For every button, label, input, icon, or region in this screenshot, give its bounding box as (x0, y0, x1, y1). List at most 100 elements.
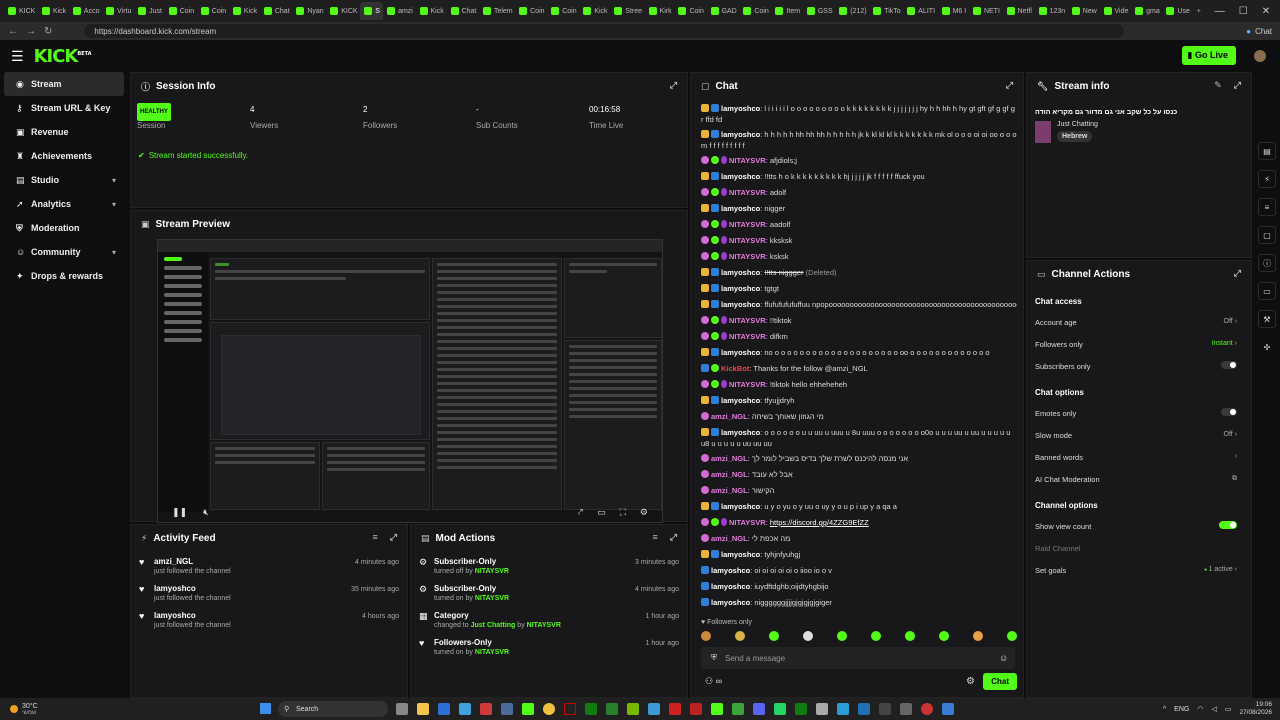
edit-icon[interactable]: ✎ (1214, 80, 1222, 91)
chat-username[interactable]: KickBot (721, 364, 749, 373)
app-icon[interactable] (690, 703, 702, 715)
emote[interactable] (701, 631, 711, 641)
theater-icon[interactable]: ▭ (597, 507, 606, 518)
chat-message[interactable]: NITAYSVR: ksksk (701, 249, 1017, 265)
chat-message[interactable]: lamyoshco: iuydftdghb;oijdtyhgbijo (701, 579, 1017, 595)
setting-subscribers-only[interactable]: Subscribers only (1035, 361, 1237, 371)
browser-tab[interactable]: Kick (38, 2, 69, 20)
clock[interactable]: 19:06 27/08/2026 (1239, 701, 1272, 717)
browser-tab[interactable]: Just (134, 2, 165, 20)
taskbar-search[interactable]: ⚲ Search (278, 701, 388, 717)
chat-message[interactable]: NITAYSVR: !tiktok hello ehheheheh (701, 377, 1017, 393)
maximize-icon[interactable]: ☐ (1239, 6, 1248, 17)
tv-icon[interactable]: ▭ (1258, 282, 1276, 300)
chat-message[interactable]: NITAYSVR: aadolf (701, 217, 1017, 233)
setting-raid-channel[interactable]: Raid Channel (1035, 544, 1237, 553)
browser-tab[interactable]: Coin (515, 2, 547, 20)
mod-action-item[interactable]: ▦ Category changed to Just Chatting by NIT… (419, 611, 561, 629)
emote[interactable] (973, 631, 983, 641)
chat-username[interactable]: NITAYSVR (729, 156, 766, 165)
browser-tab[interactable]: S (360, 2, 384, 20)
stream-preview-video[interactable]: ❚❚ 🔇︎ ⤤ ▭ ⛶ ⚙ (157, 239, 663, 523)
browser-tab[interactable]: Coin (739, 2, 771, 20)
app-icon[interactable] (795, 703, 807, 715)
app-icon[interactable] (942, 703, 954, 715)
edge-icon[interactable] (459, 703, 471, 715)
extension-icon[interactable]: ✣ (1258, 338, 1276, 356)
wifi-icon[interactable]: ◠ (1197, 705, 1203, 713)
avatar[interactable] (1254, 50, 1266, 62)
chat-message[interactable]: amzi_NGL: מה אכפת לי (701, 531, 1017, 547)
emote[interactable] (735, 631, 745, 641)
close-icon[interactable]: ✕ (1262, 6, 1270, 17)
app-icon[interactable] (879, 703, 891, 715)
sidebar-item-community[interactable]: ☺ Community ▾ (4, 240, 124, 264)
mod-action-item[interactable]: ⚙ Subscriber-Only turned on by NITAYSVR (419, 584, 509, 602)
chat-username[interactable]: NITAYSVR (729, 316, 766, 325)
browser-tab[interactable]: Telem (479, 2, 515, 20)
browser-tab[interactable]: M6 I (938, 2, 969, 20)
chat-message[interactable]: lamyoshco: !!tts niggger (Deleted) (701, 265, 1017, 281)
chat-username[interactable]: lamyoshco (721, 502, 760, 511)
setting-set-goals[interactable]: Set goals ● 1 active › (1035, 566, 1237, 575)
mute-icon[interactable]: 🔇︎ (203, 507, 209, 518)
chat-username[interactable]: lamyoshco (711, 598, 750, 607)
browser-tab[interactable]: New (1068, 2, 1100, 20)
chat-message[interactable]: amzi_NGL: אני מנסה להיכנס לשרת שלך בדיס … (701, 451, 1017, 467)
gear-icon[interactable]: ⚙ (966, 676, 975, 687)
nvidia-icon[interactable] (627, 703, 639, 715)
weather-widget[interactable]: 30°C שמשי (10, 703, 38, 716)
filter-icon[interactable]: ≡ (653, 532, 658, 543)
popout-icon[interactable]: ⤤ (578, 507, 583, 518)
chrome-icon[interactable] (543, 703, 555, 715)
fullscreen-icon[interactable]: ⛶ (620, 507, 626, 518)
chat-messages[interactable]: lamyoshco: l i i i i i l o o o o o o o o… (701, 101, 1017, 611)
browser-tab[interactable]: KICK (4, 2, 38, 20)
settings-app-icon[interactable] (816, 703, 828, 715)
expand-icon[interactable]: ⤢ (390, 532, 397, 543)
setting-emotes-only[interactable]: Emotes only (1035, 408, 1237, 418)
chat-message[interactable]: lamyoshco: niggggggjjjjgjgjgjgjgiger (701, 595, 1017, 611)
browser-tab[interactable]: gma (1131, 2, 1162, 20)
chat-username[interactable]: NITAYSVR (729, 252, 766, 261)
browser-tab[interactable]: TikTo (869, 2, 903, 20)
chat-username[interactable]: NITAYSVR (729, 518, 766, 527)
app-icon[interactable] (858, 703, 870, 715)
emote[interactable] (905, 631, 915, 641)
chat-message[interactable]: amzi_NGL: אבל לא עובד (701, 467, 1017, 483)
url-input[interactable]: https://dashboard.kick.com/stream (84, 24, 1125, 38)
steam-icon[interactable] (501, 703, 513, 715)
toggle-switch[interactable] (1219, 521, 1237, 529)
browser-tab[interactable]: Coin (674, 2, 706, 20)
task-view-icon[interactable] (396, 703, 408, 715)
chat-username[interactable]: amzi_NGL (711, 454, 748, 463)
browser-tab[interactable]: Netfl (1003, 2, 1035, 20)
reload-icon[interactable]: ↻ (44, 26, 52, 37)
chat-username[interactable]: lamyoshco (721, 396, 760, 405)
chat-username[interactable]: NITAYSVR (729, 236, 766, 245)
dashboard-icon[interactable]: ▤ (1258, 142, 1276, 160)
toggle-switch[interactable] (1221, 361, 1237, 369)
chat-message[interactable]: NITAYSVR: afjdiols;j (701, 153, 1017, 169)
chat-username[interactable]: lamyoshco (721, 550, 760, 559)
browser-tab[interactable]: Coin (547, 2, 579, 20)
emote[interactable] (803, 631, 813, 641)
sidebar-item-stream-url-key[interactable]: ⚷ Stream URL & Key (4, 96, 124, 120)
list-icon[interactable]: ≡ (1258, 198, 1276, 216)
app-icon[interactable] (732, 703, 744, 715)
browser-tab[interactable]: Use (1162, 2, 1192, 20)
activity-item[interactable]: ♥ lamyoshco just followed the channel (139, 584, 231, 602)
chat-message[interactable]: lamyoshco: tyhjnfyuhgj (701, 547, 1017, 563)
browser-tab[interactable]: Chat (447, 2, 479, 20)
browser-tab[interactable]: Nyan (292, 2, 326, 20)
sidebar-item-revenue[interactable]: ▣ Revenue (4, 120, 124, 144)
go-live-button[interactable]: ▮ Go Live (1181, 46, 1236, 65)
wrench-icon[interactable]: ⚒ (1258, 310, 1276, 328)
browser-tab[interactable]: Acco (69, 2, 102, 20)
chat-username[interactable]: lamyoshco (721, 204, 760, 213)
gear-icon[interactable]: ⚙ (640, 507, 648, 518)
browser-tab[interactable]: NETI (969, 2, 1003, 20)
browser-chat-button[interactable]: ● Chat (1246, 27, 1272, 36)
browser-tab[interactable]: amzi (383, 2, 415, 20)
whatsapp-icon[interactable] (774, 703, 786, 715)
